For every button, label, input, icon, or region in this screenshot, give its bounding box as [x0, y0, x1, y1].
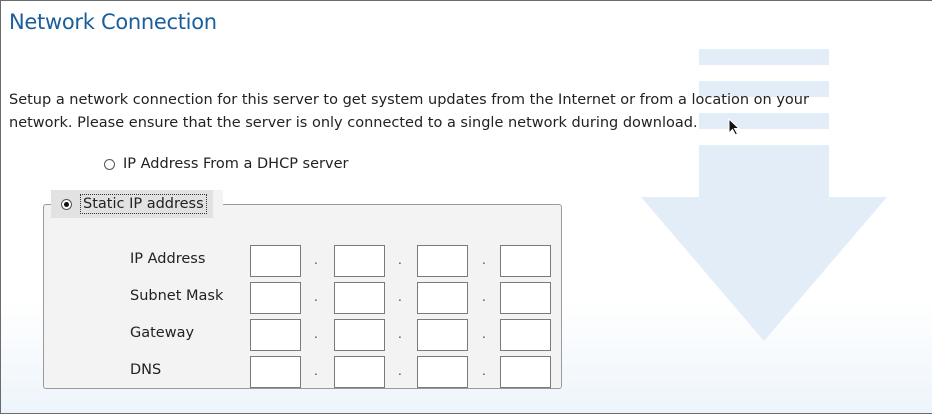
subnet-mask-octet-2[interactable] — [334, 282, 385, 314]
subnet-mask-separator: . — [398, 290, 402, 304]
description-line-2: network. Please ensure that the server i… — [9, 115, 698, 131]
ip-address-separator: . — [314, 253, 318, 267]
dns-separator: . — [482, 364, 486, 378]
static-ip-radio-button[interactable] — [61, 198, 72, 210]
subnet-mask-octet-1[interactable] — [250, 282, 301, 314]
gateway-octet-3[interactable] — [417, 319, 468, 351]
subnet-mask-separator: . — [314, 290, 318, 304]
subnet-mask-octet-4[interactable] — [500, 282, 551, 314]
ip-address-separator: . — [398, 253, 402, 267]
ip-address-separator: . — [482, 253, 486, 267]
mouse-pointer-icon — [728, 118, 740, 136]
subnet-mask-octet-3[interactable] — [417, 282, 468, 314]
ip-address-label: IP Address — [130, 251, 206, 267]
static-ip-option[interactable]: Static IP address — [51, 190, 223, 218]
gateway-label: Gateway — [130, 325, 195, 341]
gateway-octet-4[interactable] — [500, 319, 551, 351]
ip-address-octet-3[interactable] — [417, 245, 468, 277]
page-title: Network Connection — [9, 10, 217, 34]
dns-octet-3[interactable] — [417, 356, 468, 388]
static-ip-radio-label[interactable]: Static IP address — [80, 194, 207, 214]
dns-octet-4[interactable] — [500, 356, 551, 388]
subnet-mask-separator: . — [482, 290, 486, 304]
dhcp-option[interactable]: IP Address From a DHCP server — [104, 156, 348, 172]
subnet-mask-label: Subnet Mask — [130, 288, 224, 304]
dns-octet-1[interactable] — [250, 356, 301, 388]
gateway-separator: . — [398, 327, 402, 341]
network-connection-panel: Network Connection Setup a network conne… — [0, 0, 932, 414]
ip-address-octet-4[interactable] — [500, 245, 551, 277]
dhcp-radio-button[interactable] — [104, 158, 115, 170]
dns-label: DNS — [130, 362, 162, 378]
ip-address-octet-1[interactable] — [250, 245, 301, 277]
dns-octet-2[interactable] — [334, 356, 385, 388]
gateway-octet-1[interactable] — [250, 319, 301, 351]
description-line-1: Setup a network connection for this serv… — [9, 92, 809, 108]
dns-separator: . — [314, 364, 318, 378]
gateway-separator: . — [314, 327, 318, 341]
dns-separator: . — [398, 364, 402, 378]
gateway-separator: . — [482, 327, 486, 341]
dhcp-radio-label[interactable]: IP Address From a DHCP server — [123, 156, 348, 172]
ip-address-octet-2[interactable] — [334, 245, 385, 277]
gateway-octet-2[interactable] — [334, 319, 385, 351]
description-text: Setup a network connection for this serv… — [9, 89, 932, 135]
